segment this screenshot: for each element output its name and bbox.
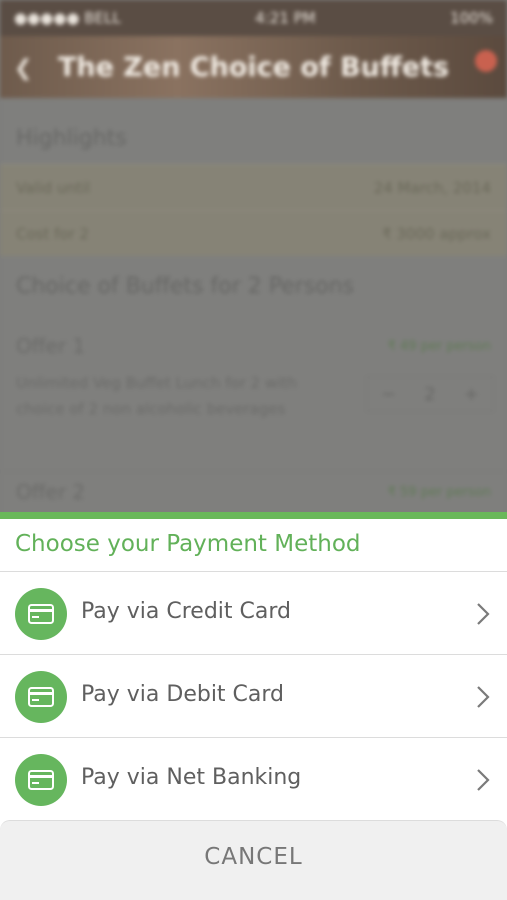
offer-price: ₹ 49 per person xyxy=(387,339,491,354)
highlight-value: ₹ 3000 approx xyxy=(382,224,491,243)
offer-description: Unlimited Veg Buffet Lunch for 2 with ch… xyxy=(16,374,297,418)
cancel-button[interactable]: CANCEL xyxy=(0,835,507,879)
background-page: ●●●●● BELL 4:21 PM 100% ❮ The Zen Choice… xyxy=(0,0,507,520)
minus-icon: − xyxy=(381,383,397,405)
sheet-title: Choose your Payment Method xyxy=(15,531,361,557)
plus-icon: + xyxy=(463,383,479,405)
quantity-value: 2 xyxy=(424,383,436,405)
highlight-label: Valid until xyxy=(16,178,91,197)
highlight-label: Cost for 2 xyxy=(16,224,90,243)
offer-price: ₹ 59 per person xyxy=(387,485,491,500)
chevron-right-icon xyxy=(477,769,490,791)
offer-label: Offer 2 xyxy=(16,480,86,504)
highlight-row: Valid until 24 March, 2014 xyxy=(0,164,507,210)
deal-content: Highlights Valid until 24 March, 2014 Co… xyxy=(0,98,507,520)
battery-label: 100% xyxy=(450,9,493,27)
carrier-label: ●●●●● BELL xyxy=(14,9,121,27)
option-label: Pay via Credit Card xyxy=(81,599,291,624)
back-arrow-icon: ❮ xyxy=(14,56,33,81)
pay-net-banking-option[interactable]: Pay via Net Banking xyxy=(0,737,507,820)
status-bar: ●●●●● BELL 4:21 PM 100% xyxy=(0,0,507,36)
sheet-accent-bar xyxy=(0,512,507,519)
payment-method-sheet: Choose your Payment Method Pay via Credi… xyxy=(0,512,507,900)
highlights-title: Highlights xyxy=(16,126,127,151)
option-label: Pay via Debit Card xyxy=(81,682,285,707)
pay-credit-card-option[interactable]: Pay via Credit Card xyxy=(0,571,507,654)
credit-card-icon xyxy=(15,671,67,723)
hero-title: The Zen Choice of Buffets xyxy=(57,51,450,83)
notification-badge xyxy=(475,50,497,72)
pay-debit-card-option[interactable]: Pay via Debit Card xyxy=(0,654,507,737)
offer-label: Offer 1 xyxy=(16,334,86,358)
hero-banner: ❮ The Zen Choice of Buffets xyxy=(0,36,507,98)
chevron-right-icon xyxy=(477,686,490,708)
divider xyxy=(0,471,507,472)
credit-card-icon xyxy=(15,588,67,640)
deal-title: Choice of Buffets for 2 Persons xyxy=(16,274,355,299)
chevron-right-icon xyxy=(477,603,490,625)
option-label: Pay via Net Banking xyxy=(81,765,302,790)
cancel-area: CANCEL xyxy=(0,820,507,900)
credit-card-icon xyxy=(15,754,67,806)
clock: 4:21 PM xyxy=(255,9,316,27)
highlight-value: 24 March, 2014 xyxy=(373,178,491,197)
highlight-row: Cost for 2 ₹ 3000 approx xyxy=(0,210,507,256)
quantity-stepper: − 2 + xyxy=(366,376,494,412)
